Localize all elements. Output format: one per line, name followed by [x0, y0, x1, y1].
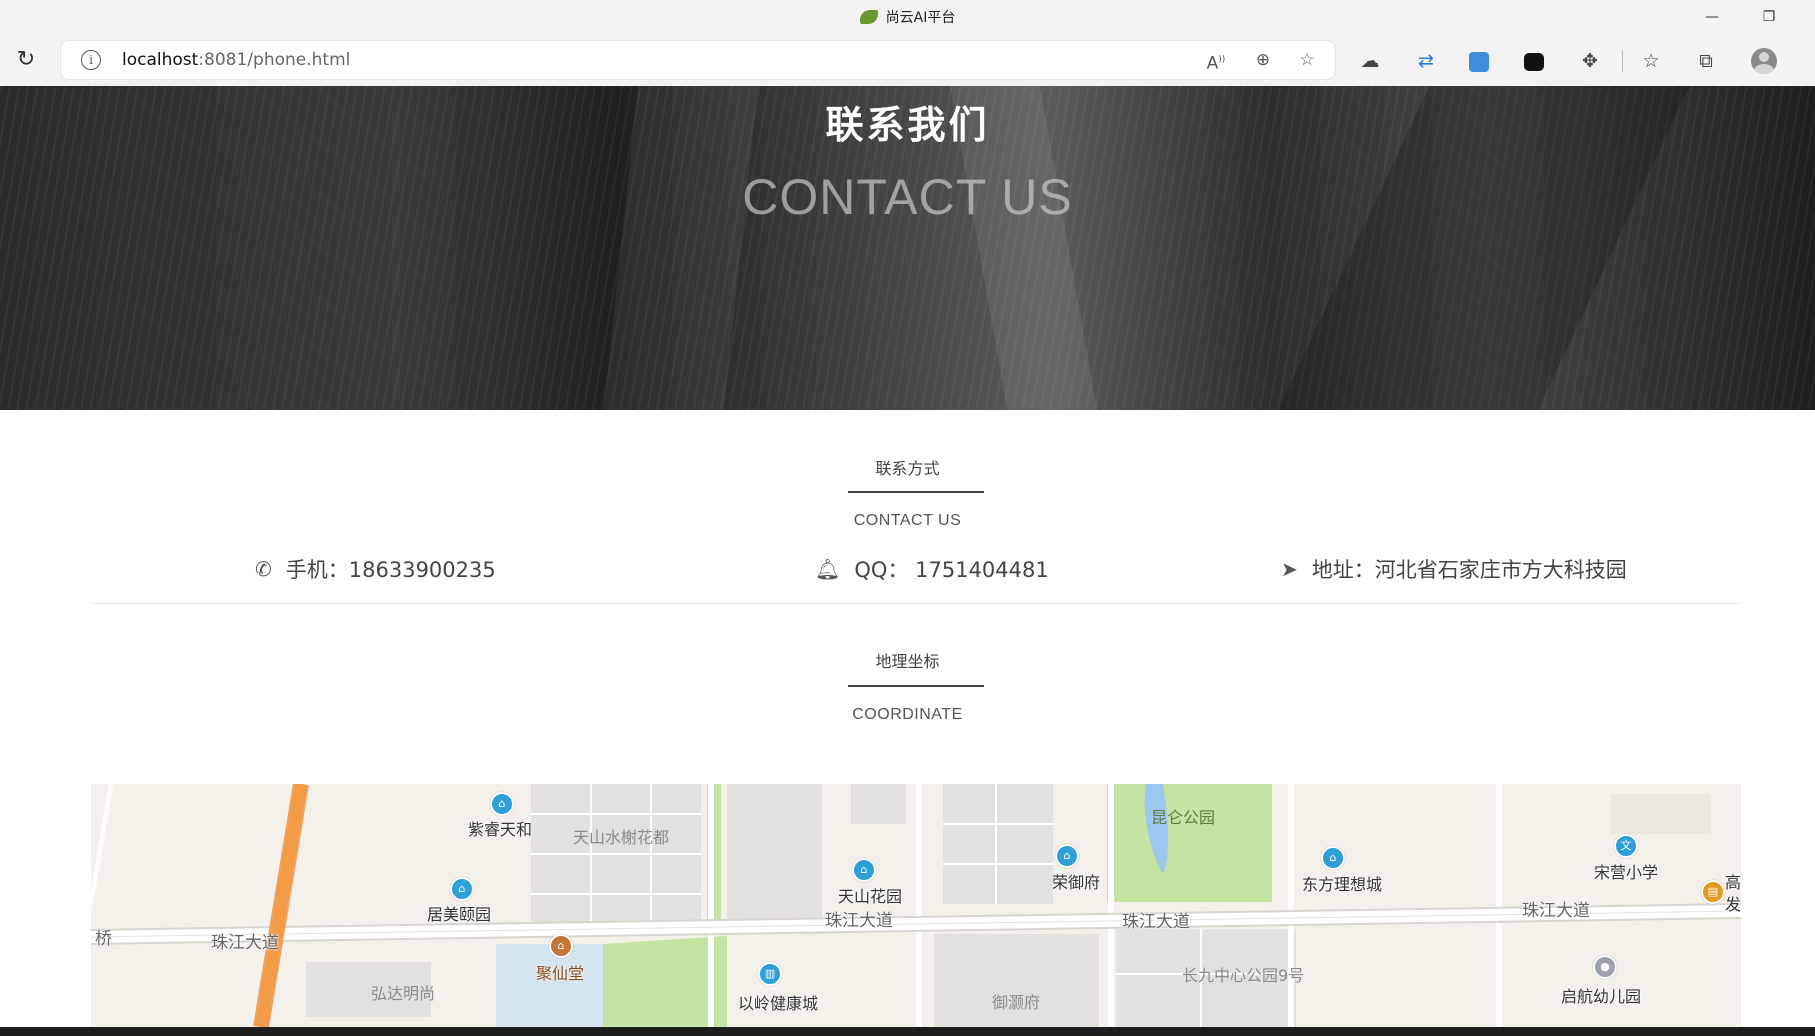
site-info-icon[interactable]: i — [81, 50, 101, 70]
window-titlebar: 尚云AI平台 — ❐ — [0, 0, 1815, 34]
address-text: 地址：河北省石家庄市方大科技园 — [1311, 558, 1627, 582]
url-path: :8081/phone.html — [198, 50, 351, 70]
road-label: 珠江大道 — [1122, 912, 1190, 932]
building-pin-icon[interactable]: ▥ — [758, 962, 782, 986]
coordinate-heading-en: COORDINATE — [852, 706, 963, 723]
favorites-icon[interactable]: ☆ — [1636, 47, 1666, 75]
contact-heading-en: CONTACT US — [853, 512, 962, 529]
contact-address: ➤ 地址：河北省石家庄市方大科技园 — [1281, 554, 1627, 584]
park-area — [1107, 784, 1272, 902]
area-label: 天山水榭花都 — [573, 828, 670, 847]
restore-icon[interactable]: ❐ — [1746, 4, 1792, 30]
highway-fill — [255, 784, 307, 1027]
map-block — [943, 784, 1053, 904]
tab-title[interactable]: 尚云AI平台 — [0, 7, 1815, 27]
contact-divider — [91, 603, 1741, 604]
phone-text: 手机：18633900235 — [285, 558, 496, 582]
residential-pin-icon[interactable]: ⌂ — [490, 792, 514, 816]
residential-pin-icon[interactable]: ⌂ — [852, 858, 876, 882]
school-pin-icon[interactable]: 文 — [1614, 834, 1638, 858]
hero-title-en: CONTACT US — [742, 169, 1073, 225]
map-block — [851, 784, 906, 824]
coordinate-heading-divider — [848, 685, 984, 687]
road-label: 珠江大道 — [211, 933, 279, 953]
zoom-icon[interactable]: ⊕ — [1251, 49, 1275, 71]
area-label: 弘达明尚 — [371, 984, 436, 1003]
map-canvas[interactable] — [91, 784, 1741, 1027]
extension-sync-icon[interactable]: ⇄ — [1411, 47, 1441, 75]
hero-banner: 联系我们 CONTACT US — [0, 86, 1815, 410]
url-host: localhost — [122, 50, 199, 70]
qq-text: QQ： 1751404481 — [854, 558, 1049, 582]
road-label: 珠江大道 — [1522, 901, 1590, 921]
poi-label[interactable]: 聚仙堂 — [536, 960, 584, 984]
poi-label[interactable]: 紫睿天和 — [468, 816, 532, 840]
reload-icon[interactable]: ↻ — [12, 47, 40, 75]
contact-heading-cn: 联系方式 — [875, 459, 940, 478]
phone-icon: ✆ — [255, 557, 272, 581]
map-block — [531, 784, 701, 929]
poi-label-edge[interactable]: 高 — [1725, 869, 1741, 893]
poi-label[interactable]: 居美颐园 — [427, 901, 491, 925]
contact-qq: 🔔︎ QQ： 1751404481 — [815, 554, 1049, 584]
poi-label[interactable]: 以岭健康城 — [738, 990, 818, 1014]
contact-heading-divider — [848, 491, 984, 493]
tab-title-text: 尚云AI平台 — [885, 10, 956, 26]
coordinate-heading-cn: 地理坐标 — [875, 652, 940, 671]
map-block — [727, 784, 822, 919]
minimize-icon[interactable]: — — [1689, 4, 1735, 30]
qq-bell-icon: 🔔︎ — [815, 557, 841, 581]
poi-label[interactable]: 东方理想城 — [1302, 871, 1382, 895]
kindergarten-pin-icon[interactable]: ● — [1593, 955, 1617, 979]
location-arrow-icon: ➤ — [1281, 557, 1298, 581]
poi-label[interactable]: 宋营小学 — [1594, 859, 1658, 883]
extension-media-icon[interactable] — [1519, 47, 1549, 75]
park-label[interactable]: 昆仑公园 — [1151, 804, 1215, 828]
address-bar[interactable]: i localhost:8081/phone.html A)) ⊕ ☆ — [61, 41, 1335, 79]
copilot-icon[interactable]: ☁ — [1355, 47, 1385, 75]
extension-translate-icon[interactable] — [1464, 47, 1494, 75]
residential-pin-icon[interactable]: ⌂ — [1321, 846, 1345, 870]
extensions-puzzle-icon[interactable]: ✥ — [1575, 47, 1605, 75]
museum-pin-icon[interactable]: ⌂ — [549, 934, 573, 958]
toolbar-divider — [1622, 50, 1623, 72]
map-block — [934, 934, 1099, 1027]
shop-pin-icon[interactable]: ▤ — [1701, 880, 1725, 904]
add-favorite-icon[interactable]: ☆ — [1295, 49, 1319, 71]
poi-label-edge[interactable]: 发 — [1725, 891, 1741, 915]
contact-phone: ✆ 手机：18633900235 — [255, 554, 496, 584]
hero-title-cn: 联系我们 — [825, 103, 990, 147]
road-label: 珠江大道 — [825, 911, 893, 931]
profile-avatar[interactable] — [1751, 48, 1777, 74]
poi-label[interactable]: 荣御府 — [1052, 869, 1100, 893]
poi-label[interactable]: 启航幼儿园 — [1561, 983, 1641, 1007]
road-label: 桥 — [95, 929, 112, 949]
residential-pin-icon[interactable]: ⌂ — [1055, 844, 1079, 868]
poi-label[interactable]: 天山花园 — [838, 883, 902, 907]
url-text[interactable]: localhost:8081/phone.html — [122, 50, 350, 70]
read-aloud-icon[interactable]: A)) — [1204, 49, 1228, 74]
area-label: 长九中心公园9号 — [1182, 966, 1305, 985]
map-block — [1611, 794, 1711, 834]
map[interactable]: ⌂ ⌂ ⌂ ⌂ ⌂ 文 ⌂ ▥ ● ▤ 紫睿天和 天山水榭花都 居美颐园 天山花… — [91, 784, 1741, 1027]
area-label: 御灏府 — [992, 993, 1041, 1012]
taskbar-strip — [0, 1027, 1815, 1036]
collections-icon[interactable]: ⧉ — [1691, 47, 1721, 75]
residential-pin-icon[interactable]: ⌂ — [450, 877, 474, 901]
leaf-favicon-icon — [859, 10, 878, 24]
